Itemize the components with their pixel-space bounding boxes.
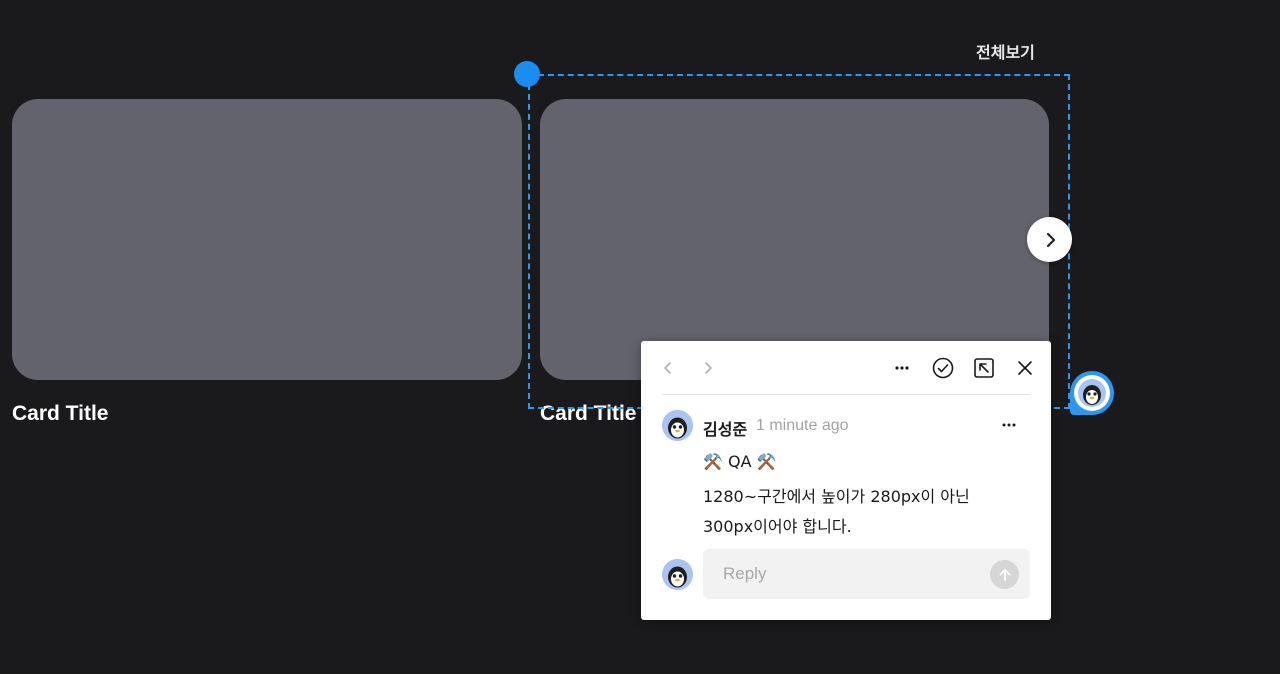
more-horizontal-icon bbox=[895, 366, 909, 370]
comment-more-button[interactable] bbox=[997, 413, 1021, 437]
comment-toolbar bbox=[641, 341, 1051, 394]
close-panel-button[interactable] bbox=[1012, 355, 1038, 381]
comment-timestamp: 1 minute ago bbox=[756, 417, 849, 434]
send-reply-button[interactable] bbox=[990, 560, 1019, 589]
resolve-comment-button[interactable] bbox=[930, 355, 956, 381]
view-all-link[interactable]: 전체보기 bbox=[976, 39, 1035, 63]
chevron-left-icon bbox=[664, 362, 671, 374]
comment-panel: 김성준 1 minute ago ⚒️ QA ⚒️ 1280~구간에서 높이가 … bbox=[641, 341, 1051, 620]
close-icon bbox=[1018, 361, 1032, 375]
comment-pin[interactable] bbox=[1070, 371, 1114, 415]
comment-text-line: 1280~구간에서 높이가 280px이 아닌 bbox=[703, 487, 970, 506]
comment-text-line: ⚒️ QA ⚒️ bbox=[703, 452, 777, 471]
card-thumbnail[interactable] bbox=[12, 99, 522, 380]
open-thread-button[interactable] bbox=[971, 355, 997, 381]
arrow-up-left-box-icon bbox=[974, 358, 994, 378]
comment-pin-icon bbox=[1074, 375, 1110, 411]
comment-author: 김성준 bbox=[703, 420, 748, 439]
card-title: Card Title bbox=[540, 402, 637, 425]
divider bbox=[662, 394, 1031, 395]
avatar bbox=[662, 410, 693, 441]
canvas: 전체보기 Card Title Card Title 김성준 1 minute … bbox=[0, 0, 1280, 674]
carousel-next-button[interactable] bbox=[1027, 217, 1072, 262]
comment-text-line: 300px이어야 합니다. bbox=[703, 517, 852, 536]
reply-input[interactable] bbox=[703, 549, 983, 599]
avatar bbox=[662, 559, 693, 590]
selection-handle[interactable] bbox=[514, 61, 540, 87]
penguin-avatar-icon bbox=[662, 410, 693, 441]
more-horizontal-icon bbox=[1002, 423, 1016, 427]
check-circle-icon bbox=[932, 357, 954, 379]
chevron-right-icon bbox=[705, 362, 712, 374]
penguin-avatar-icon bbox=[662, 559, 693, 590]
card-title: Card Title bbox=[12, 402, 109, 425]
card-thumbnail[interactable] bbox=[540, 99, 1049, 380]
reply-box bbox=[703, 549, 1030, 599]
previous-comment-button[interactable] bbox=[655, 355, 681, 381]
arrow-up-icon bbox=[999, 568, 1010, 581]
chevron-right-icon bbox=[1046, 232, 1055, 247]
more-options-button[interactable] bbox=[889, 355, 915, 381]
next-comment-button[interactable] bbox=[695, 355, 721, 381]
